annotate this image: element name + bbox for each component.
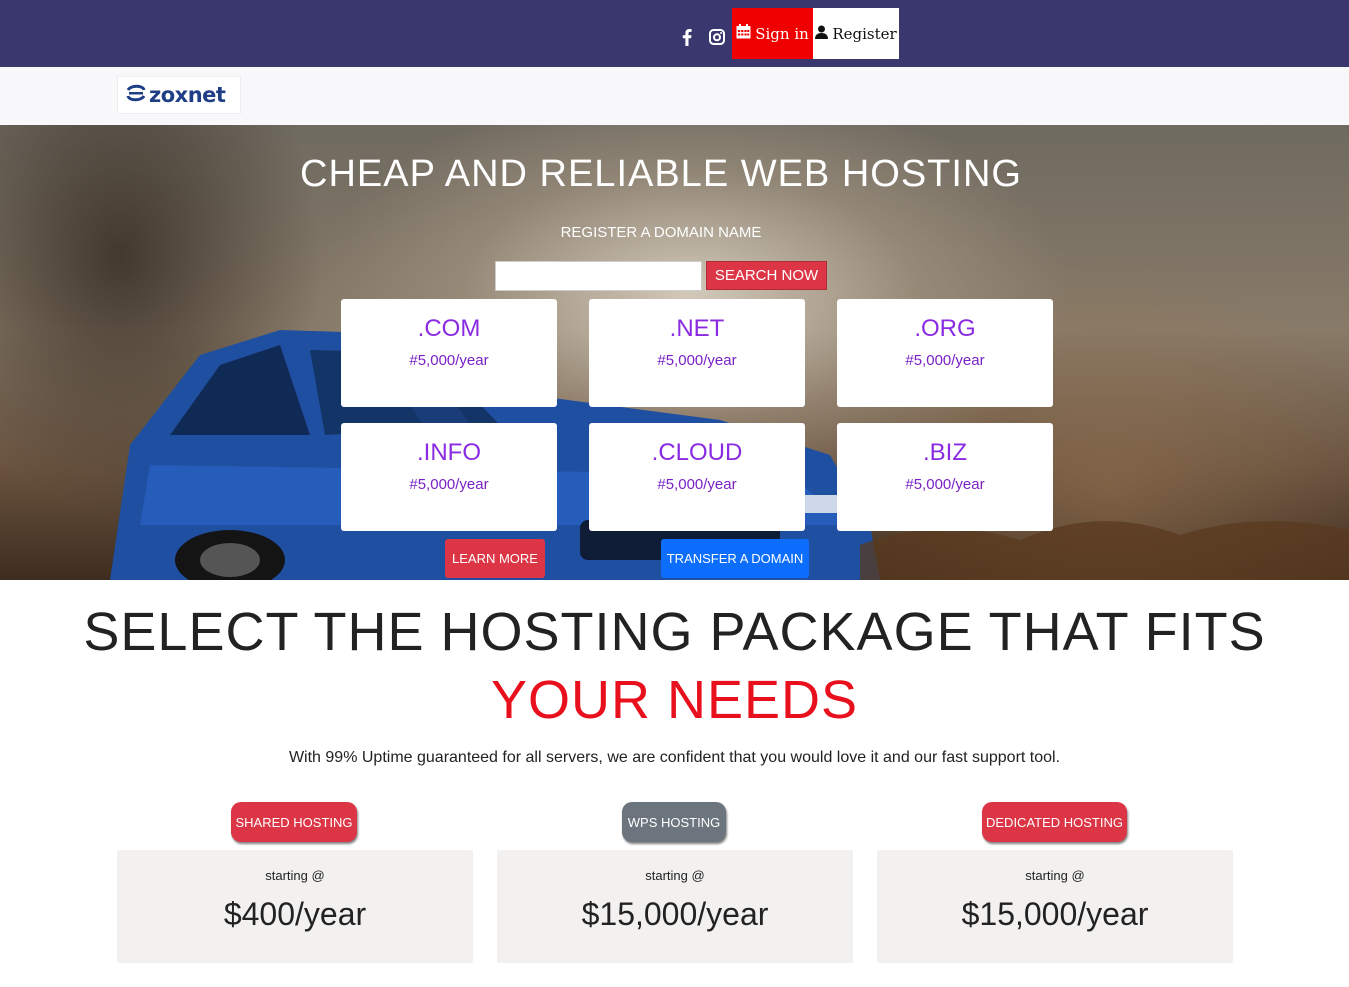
shared-hosting-button[interactable]: SHARED HOSTING xyxy=(231,802,357,842)
domain-price: #5,000/year xyxy=(409,352,489,369)
domain-price: #5,000/year xyxy=(905,352,985,369)
logo-text: zoxnet xyxy=(149,83,226,107)
dedicated-hosting-button[interactable]: DEDICATED HOSTING xyxy=(982,802,1127,842)
package-price: $400/year xyxy=(223,896,367,932)
packages-description: With 99% Uptime guaranteed for all serve… xyxy=(288,749,1061,766)
hero-banner: CHEAP AND RELIABLE WEB HOSTING REGISTER … xyxy=(0,125,1349,580)
wps-hosting-button[interactable]: WPS HOSTING xyxy=(622,802,726,842)
starting-label: starting @ xyxy=(645,868,705,883)
domain-card-net[interactable]: .NET #5,000/year xyxy=(589,299,805,407)
domain-tld: .CLOUD xyxy=(651,439,743,466)
domain-card-org[interactable]: .ORG #5,000/year xyxy=(837,299,1053,407)
dedicated-hosting-card: starting @ $15,000/year xyxy=(877,850,1233,963)
search-now-button[interactable]: SEARCH NOW xyxy=(706,261,827,290)
starting-label: starting @ xyxy=(1025,868,1085,883)
transfer-domain-button[interactable]: TRANSFER A DOMAIN xyxy=(661,539,809,578)
logo[interactable]: zoxnet xyxy=(117,76,241,114)
domain-card-cloud[interactable]: .CLOUD #5,000/year xyxy=(589,423,805,531)
shared-hosting-card: starting @ $400/year xyxy=(117,850,473,963)
sign-in-label: Sign in xyxy=(755,24,809,43)
domain-tld: .INFO xyxy=(417,439,481,466)
wps-hosting-card: starting @ $15,000/year xyxy=(497,850,853,963)
hero-subtitle: REGISTER A DOMAIN NAME xyxy=(560,224,762,241)
register-button[interactable]: Register xyxy=(813,8,899,59)
sign-in-button[interactable]: Sign in xyxy=(732,8,813,59)
domain-tld: .BIZ xyxy=(922,439,967,466)
packages-title-highlight: YOUR NEEDS xyxy=(490,670,859,730)
domain-price: #5,000/year xyxy=(905,476,985,493)
logo-swirl-icon xyxy=(126,84,146,106)
calendar-icon xyxy=(736,24,751,43)
navbar: zoxnet xyxy=(0,67,1349,125)
learn-more-button[interactable]: LEARN MORE xyxy=(445,539,545,578)
package-price: $15,000/year xyxy=(581,896,769,932)
domain-price: #5,000/year xyxy=(657,476,737,493)
domain-tld: .NET xyxy=(669,315,725,342)
hero-title: CHEAP AND RELIABLE WEB HOSTING xyxy=(300,153,1022,195)
facebook-icon[interactable] xyxy=(682,29,692,46)
instagram-icon[interactable] xyxy=(709,29,725,45)
domain-tld: .ORG xyxy=(914,315,976,342)
domain-tld: .COM xyxy=(417,315,481,342)
domain-search-input[interactable] xyxy=(495,261,702,291)
domain-card-com[interactable]: .COM #5,000/year xyxy=(341,299,557,407)
domain-price: #5,000/year xyxy=(409,476,489,493)
packages-title: SELECT THE HOSTING PACKAGE THAT FITS xyxy=(83,602,1266,662)
user-icon xyxy=(815,25,829,43)
register-label: Register xyxy=(832,24,897,43)
domain-price: #5,000/year xyxy=(657,352,737,369)
top-bar: Sign in Register xyxy=(0,0,1349,67)
starting-label: starting @ xyxy=(265,868,325,883)
domain-card-biz[interactable]: .BIZ #5,000/year xyxy=(837,423,1053,531)
package-price: $15,000/year xyxy=(961,896,1149,932)
domain-card-info[interactable]: .INFO #5,000/year xyxy=(341,423,557,531)
